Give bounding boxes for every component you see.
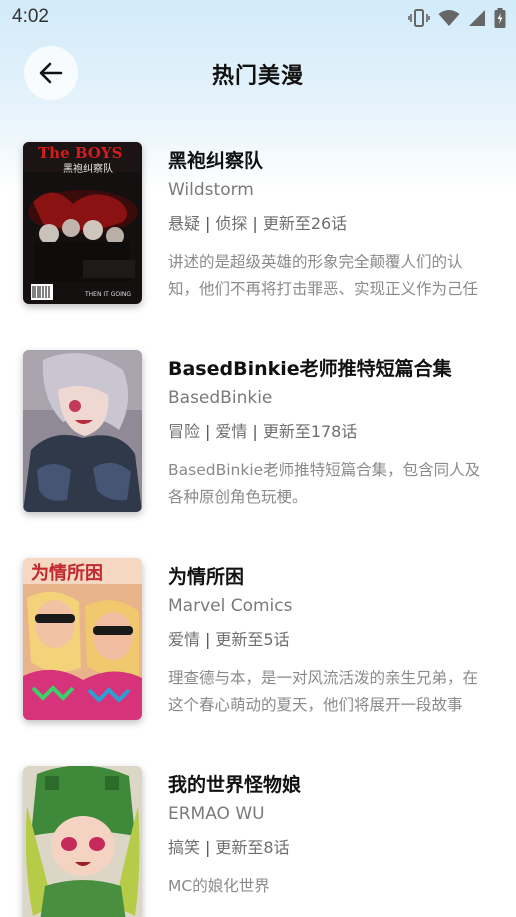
- update-status: 更新至8话: [215, 838, 290, 857]
- comic-title: BasedBinkie老师推特短篇合集: [168, 358, 452, 380]
- tag: 搞笑: [168, 838, 201, 857]
- page-title: 热门美漫: [0, 58, 516, 90]
- comic-cover[interactable]: 为情所困: [23, 558, 142, 720]
- tag: 侦探: [215, 214, 248, 233]
- comic-tags: 搞笑 | 更新至8话: [168, 838, 290, 857]
- signal-icon: [468, 9, 486, 27]
- comic-cover[interactable]: [23, 766, 142, 917]
- comic-description: MC的娘化世界: [168, 877, 270, 895]
- comic-cover[interactable]: [23, 350, 142, 512]
- tag: 爱情: [168, 630, 201, 649]
- app-header: 热门美漫: [0, 44, 516, 104]
- status-icons: [408, 8, 506, 28]
- cover-bottom-text: THEN IT GOING: [84, 291, 131, 298]
- comic-description: 理查德与本，是一对风流活泼的亲生兄弟，在这个春心萌动的夏天，他们将展开一段故事: [168, 669, 479, 714]
- battery-charging-icon: [494, 8, 506, 28]
- comic-cover[interactable]: The BOYS 黑袍纠察队 THEN IT GOING: [23, 142, 142, 304]
- cover-title-text: 为情所困: [31, 562, 103, 584]
- status-time: 4:02: [12, 6, 49, 27]
- comic-author: Marvel Comics: [168, 596, 293, 616]
- comic-author: ERMAO WU: [168, 804, 265, 824]
- tag: 悬疑: [168, 214, 201, 233]
- comic-title: 黑袍纠察队: [168, 150, 264, 172]
- comic-tags: 悬疑 | 侦探 | 更新至26话: [168, 214, 348, 233]
- comic-description: BasedBinkie老师推特短篇合集，包含同人及各种原创角色玩梗。: [168, 461, 481, 506]
- update-status: 更新至5话: [215, 630, 290, 649]
- comic-title: 我的世界怪物娘: [168, 774, 302, 796]
- wifi-icon: [438, 9, 460, 27]
- cover-logo-text: The BOYS: [38, 144, 122, 162]
- tag: 冒险: [168, 422, 201, 441]
- comic-list-item[interactable]: BasedBinkie老师推特短篇合集 BasedBinkie 冒险 | 爱情 | 更新…: [0, 350, 516, 520]
- comic-author: BasedBinkie: [168, 388, 273, 408]
- comic-tags: 冒险 | 爱情 | 更新至178话: [168, 422, 358, 441]
- page-title-text: 热门美漫: [211, 64, 304, 89]
- update-status: 更新至26话: [262, 214, 348, 233]
- update-status: 更新至178话: [262, 422, 358, 441]
- vibrate-icon: [408, 8, 430, 28]
- comic-description: 讲述的是超级英雄的形象完全颠覆人们的认知，他们不再将打击罪恶、实现正义作为己任: [168, 253, 479, 298]
- comic-author: Wildstorm: [168, 180, 254, 200]
- comic-tags: 爱情 | 更新至5话: [168, 630, 290, 649]
- cover-subtitle-text: 黑袍纠察队: [63, 162, 113, 175]
- comic-list-item[interactable]: The BOYS 黑袍纠察队 THEN IT GOING 黑袍纠察队 Wilds…: [0, 142, 516, 312]
- comic-title: 为情所困: [168, 566, 245, 588]
- tag: 爱情: [215, 422, 248, 441]
- status-bar: 4:02: [0, 0, 516, 36]
- comic-list-item[interactable]: 我的世界怪物娘 ERMAO WU 搞笑 | 更新至8话 MC的娘化世界: [0, 766, 516, 917]
- comic-list-item[interactable]: 为情所困 为情所困 Marvel Comics 爱情 | 更新至5话 理查德与本，是…: [0, 558, 516, 728]
